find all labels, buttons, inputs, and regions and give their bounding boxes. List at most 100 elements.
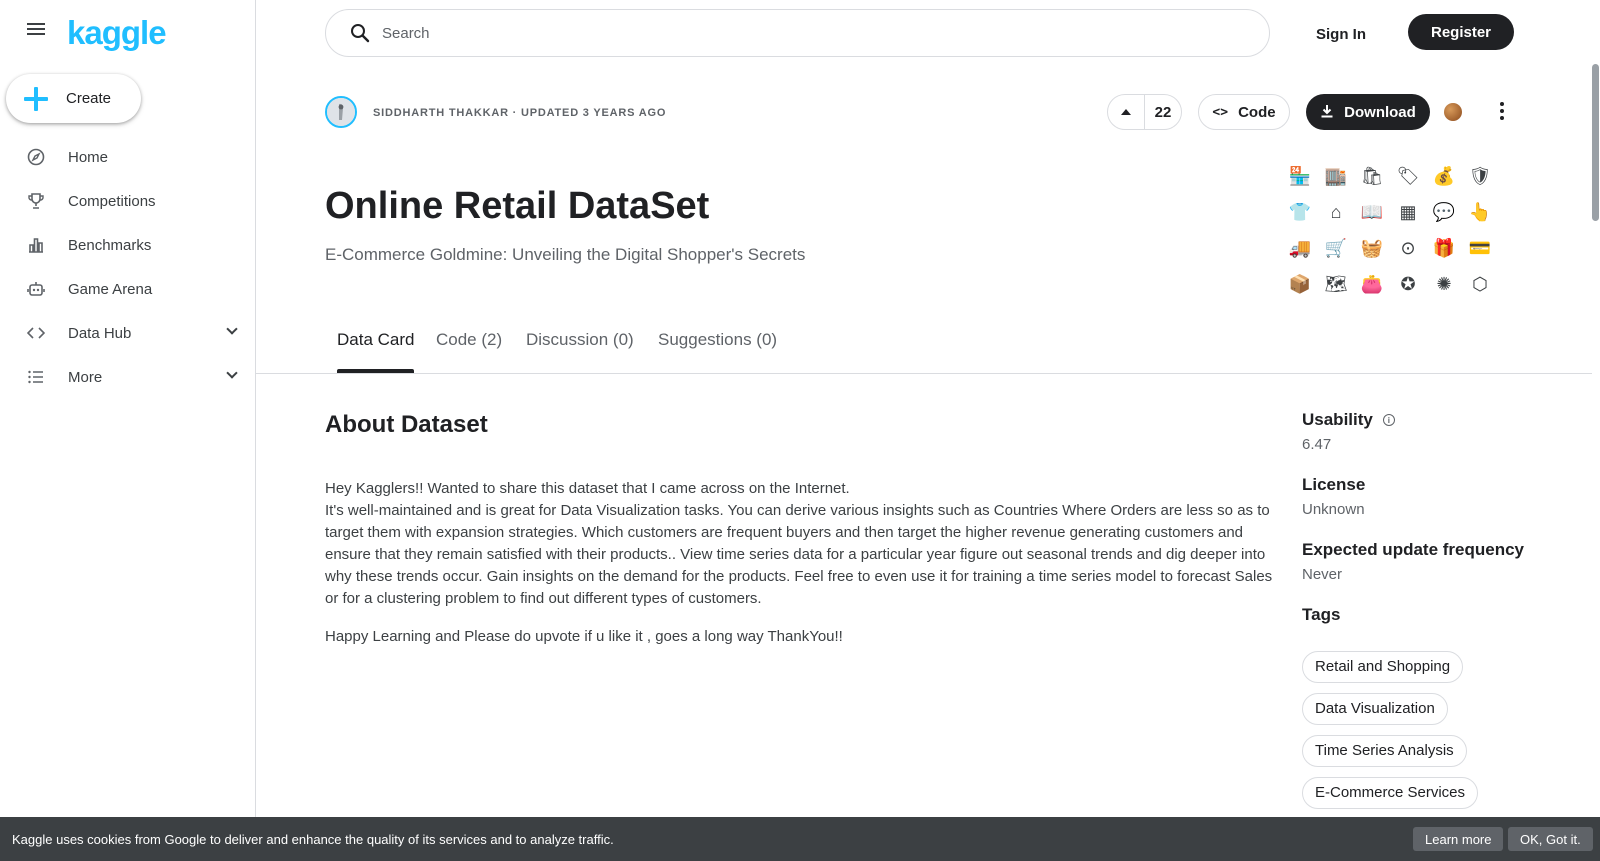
frequency-value: Never xyxy=(1302,566,1343,583)
money-bag-icon: 💰 xyxy=(1432,165,1456,186)
code-brackets-icon xyxy=(26,323,46,343)
upvote-widget: 22 xyxy=(1107,94,1182,130)
dataset-meta: Usability i 6.47 License Unknown Expected… xyxy=(1302,410,1572,647)
sidebar-item-label: Game Arena xyxy=(68,280,153,298)
sidebar-item-competitions[interactable]: Competitions xyxy=(0,179,256,223)
sidebar-nav: Home Competitions Benchmarks Game Arena … xyxy=(0,135,256,399)
buy-click-icon: 👆 xyxy=(1468,201,1492,222)
learn-more-button[interactable]: Learn more xyxy=(1413,827,1504,851)
dataset-title: Online Retail DataSet xyxy=(325,185,710,227)
search-input[interactable] xyxy=(382,24,1182,42)
hanger-icon: ⌂ xyxy=(1330,201,1342,222)
delivery-truck-icon: 🚚 xyxy=(1288,237,1312,258)
compass-icon xyxy=(26,147,46,167)
sidebar-item-label: Competitions xyxy=(68,192,156,210)
sidebar: kaggle Create Home Competitions Benchmar… xyxy=(0,0,256,861)
frequency-label: Expected update frequency xyxy=(1302,540,1525,559)
description-line: Happy Learning and Please do upvote if u… xyxy=(325,628,843,645)
bronze-medal-icon xyxy=(1444,103,1462,121)
sidebar-item-data-hub[interactable]: Data Hub xyxy=(0,311,256,355)
vote-count: 22 xyxy=(1154,103,1172,121)
download-icon xyxy=(1320,104,1334,121)
shopping-bag-icon: 🛍 xyxy=(1360,165,1384,186)
bar-chart-icon xyxy=(26,235,46,255)
kaggle-logo[interactable]: kaggle xyxy=(67,14,167,52)
box-icon: ▦ xyxy=(1399,201,1417,222)
dataset-cover-image: 🏪 🏬 🛍 🏷 💰 🛡 👕 ⌂ 📖 ▦ 💬 👆 🚚 🛒 🧺 ⊙ 🎁 💳 📦 🗺 … xyxy=(1282,158,1498,302)
download-button[interactable]: Download xyxy=(1306,94,1430,130)
tag-chip[interactable]: Retail and Shopping xyxy=(1302,651,1464,683)
register-button[interactable]: Register xyxy=(1408,14,1514,50)
buy-badge-icon: ✺ xyxy=(1436,273,1452,294)
tab-discussion[interactable]: Discussion (0) xyxy=(526,330,634,374)
tag-chip[interactable]: E-Commerce Services xyxy=(1302,777,1479,809)
sidebar-item-game-arena[interactable]: Game Arena xyxy=(0,267,256,311)
sidebar-item-home[interactable]: Home xyxy=(0,135,256,179)
code-button[interactable]: <> Code xyxy=(1198,94,1290,130)
chevron-down-icon[interactable] xyxy=(226,367,238,379)
gift-icon: 🎁 xyxy=(1432,237,1456,258)
description-line: Hey Kagglers!! Wanted to share this data… xyxy=(325,480,850,497)
search-bar[interactable] xyxy=(325,9,1270,57)
tab-data-card[interactable]: Data Card xyxy=(337,330,415,374)
package-hand-icon: 📦 xyxy=(1288,273,1312,294)
tab-bar: Data Card Code (2) Discussion (0) Sugges… xyxy=(256,330,1592,374)
upvote-arrow-icon xyxy=(1121,109,1131,115)
robot-icon xyxy=(26,279,46,299)
license-value: Unknown xyxy=(1302,501,1365,518)
sidebar-item-benchmarks[interactable]: Benchmarks xyxy=(0,223,256,267)
upvote-button[interactable] xyxy=(1108,95,1145,129)
scrollbar[interactable] xyxy=(1592,64,1599,221)
create-button[interactable]: Create xyxy=(6,74,141,123)
sidebar-item-label: Data Hub xyxy=(68,324,132,342)
cookie-text: Kaggle uses cookies from Google to deliv… xyxy=(12,831,614,847)
list-icon xyxy=(26,367,46,387)
sidebar-item-label: Benchmarks xyxy=(68,236,152,254)
code-icon: <> xyxy=(1212,104,1229,120)
shop-front-icon: 🏬 xyxy=(1324,165,1348,186)
tshirt-icon: 👕 xyxy=(1288,201,1312,222)
search-icon xyxy=(350,23,370,43)
usability-label: Usability xyxy=(1302,410,1373,429)
trophy-icon xyxy=(26,191,46,211)
tags-list: Retail and Shopping Data Visualization T… xyxy=(1302,651,1479,819)
code-button-label: Code xyxy=(1238,103,1276,121)
sidebar-item-label: More xyxy=(68,368,103,386)
hamburger-menu-icon[interactable] xyxy=(24,20,48,44)
open-sign-icon: ⊙ xyxy=(1400,237,1416,258)
sidebar-item-label: Home xyxy=(68,148,109,166)
sign-in-button[interactable]: Sign In xyxy=(1304,16,1378,52)
author-avatar[interactable] xyxy=(325,96,357,128)
usability-value: 6.47 xyxy=(1302,436,1332,453)
accept-cookies-button[interactable]: OK, Got it. xyxy=(1508,827,1593,851)
info-icon[interactable]: i xyxy=(1382,414,1395,426)
plus-icon xyxy=(24,86,48,111)
cube-icon: ⬡ xyxy=(1472,273,1488,294)
cookie-banner: Kaggle uses cookies from Google to deliv… xyxy=(0,817,1600,861)
author-line[interactable]: SIDDHARTH THAKKAR · UPDATED 3 YEARS AGO xyxy=(373,107,666,119)
shopping-cart-icon: 🛒 xyxy=(1324,237,1348,258)
wallet-icon: 👛 xyxy=(1360,273,1384,294)
about-heading: About Dataset xyxy=(325,411,488,438)
dataset-description: Hey Kagglers!! Wanted to share this data… xyxy=(325,478,1275,664)
license-label: License xyxy=(1302,475,1366,494)
description-line: It's well-maintained and is great for Da… xyxy=(325,502,1273,607)
shield-check-icon: 🛡 xyxy=(1468,165,1492,186)
tab-code[interactable]: Code (2) xyxy=(436,330,502,374)
tab-suggestions[interactable]: Suggestions (0) xyxy=(658,330,777,374)
price-tag-icon: 🏷 xyxy=(1396,165,1420,186)
more-options-icon[interactable] xyxy=(1496,100,1508,124)
dataset-subtitle: E-Commerce Goldmine: Unveiling the Digit… xyxy=(325,245,806,264)
download-button-label: Download xyxy=(1344,103,1416,121)
tag-chip[interactable]: Time Series Analysis xyxy=(1302,735,1467,767)
new-badge-icon: ✪ xyxy=(1400,273,1416,294)
map-pin-icon: 🗺 xyxy=(1324,273,1348,294)
create-label: Create xyxy=(66,90,112,107)
basket-icon: 🧺 xyxy=(1360,237,1384,258)
tag-chip[interactable]: Data Visualization xyxy=(1302,693,1448,725)
chat-icon: 💬 xyxy=(1432,201,1456,222)
credit-card-icon: 💳 xyxy=(1468,237,1492,258)
tags-label: Tags xyxy=(1302,605,1341,624)
sidebar-item-more[interactable]: More xyxy=(0,355,256,399)
chevron-down-icon[interactable] xyxy=(226,323,238,335)
